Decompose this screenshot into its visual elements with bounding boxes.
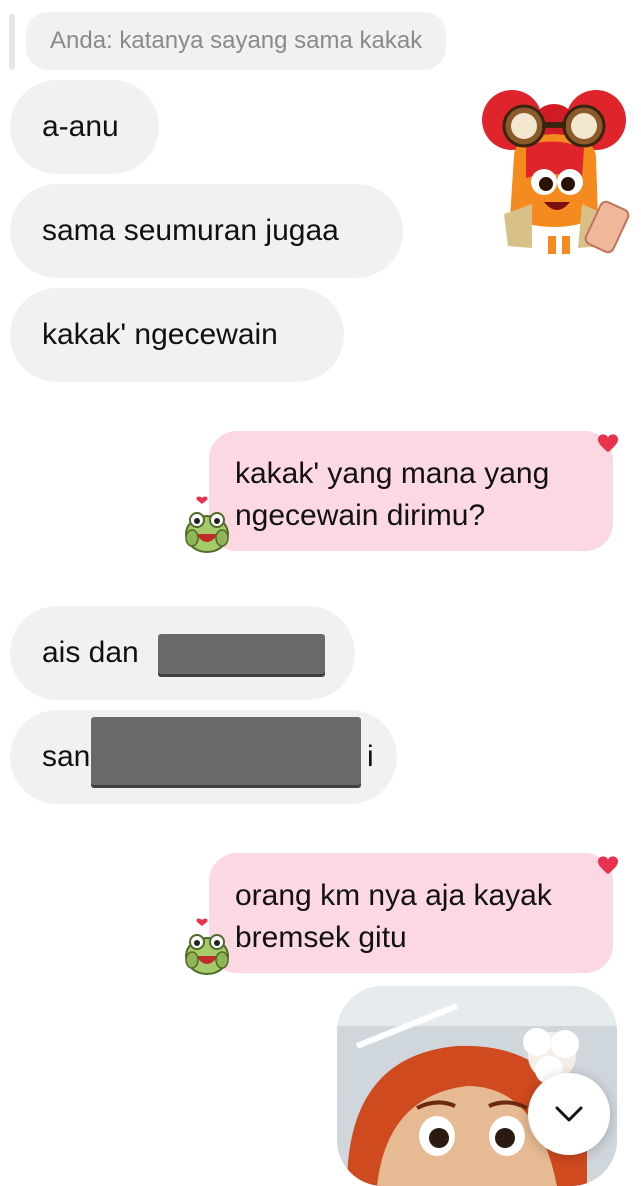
heart-icon <box>597 434 619 453</box>
message-text-line: bremsek gitu <box>235 921 407 954</box>
frog-sticker-icon <box>184 496 230 556</box>
reply-indicator-bar <box>9 14 15 70</box>
reply-quote-text: Anda: katanya sayang sama kakak <box>50 27 423 54</box>
outgoing-message-bubble[interactable]: kakak' yang mana yang ngecewain dirimu? <box>209 431 619 551</box>
reply-quote-bubble[interactable]: Anda: katanya sayang sama kakak <box>26 12 447 70</box>
frog-sticker-icon <box>184 918 230 978</box>
message-text-line: orang km nya aja kayak <box>235 879 552 912</box>
message-text: ais dan <box>42 636 139 669</box>
message-text: sama seumuran jugaa <box>42 214 339 247</box>
incoming-message-bubble[interactable]: sama seumuran jugaa <box>10 184 403 278</box>
message-text-line: kakak' yang mana yang <box>235 457 550 490</box>
message-text-suffix: i <box>367 740 374 773</box>
chevron-down-icon <box>555 1106 583 1122</box>
message-text: kakak' ngecewain <box>42 318 278 351</box>
heart-icon <box>597 856 619 875</box>
incoming-message-bubble[interactable]: kakak' ngecewain <box>10 288 344 382</box>
scroll-to-bottom-button[interactable] <box>528 1073 610 1155</box>
outgoing-message-bubble[interactable]: orang km nya aja kayak bremsek gitu <box>209 853 619 973</box>
redaction-block <box>158 634 325 674</box>
orange-character-sticker[interactable] <box>474 86 634 258</box>
redaction-block <box>91 717 361 785</box>
message-text: a-anu <box>42 110 119 143</box>
message-text-line: ngecewain dirimu? <box>235 499 486 532</box>
message-text: san <box>42 740 91 773</box>
incoming-message-bubble[interactable]: a-anu <box>10 80 159 174</box>
